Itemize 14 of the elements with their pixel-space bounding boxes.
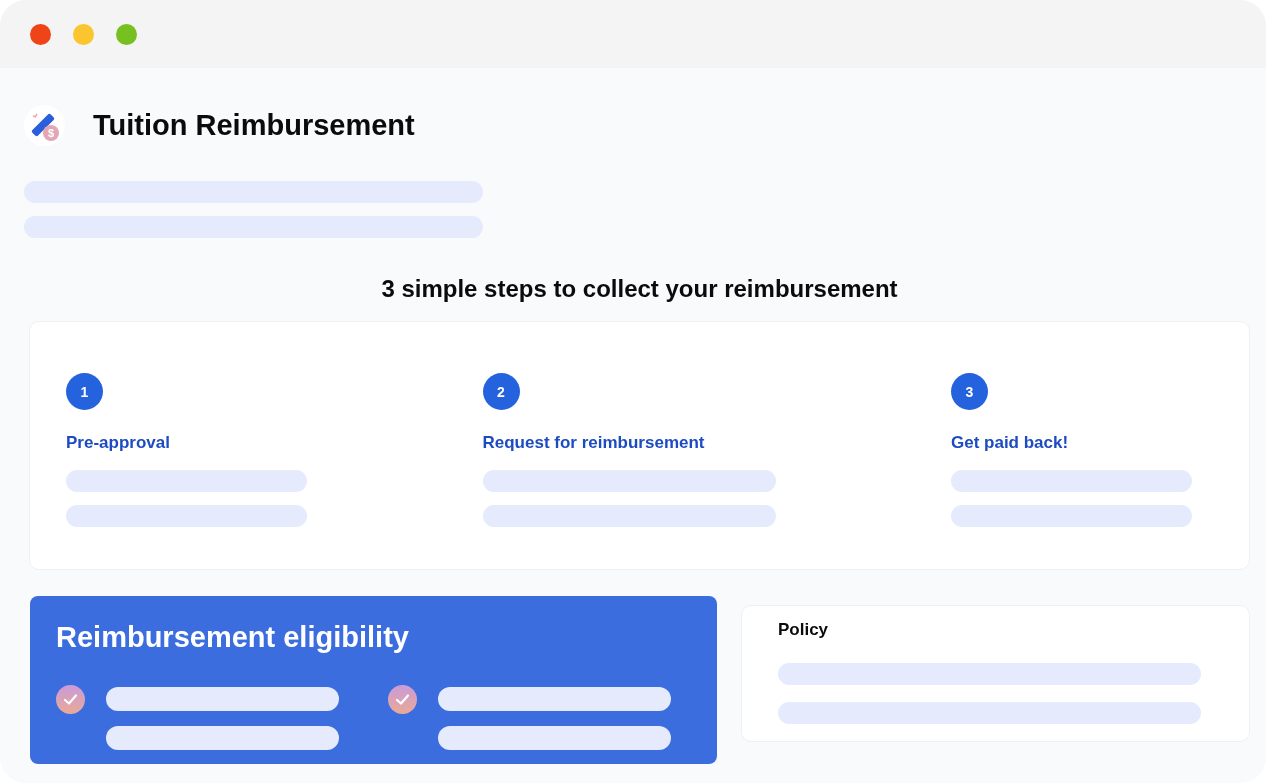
step-number-badge: 2 xyxy=(482,373,520,410)
step-number-badge: 3 xyxy=(951,373,988,410)
section-heading: 3 simple steps to collect your reimbursement xyxy=(380,275,899,303)
window-control-dot-icon[interactable] xyxy=(116,23,137,45)
window-control-dot-icon[interactable] xyxy=(73,23,94,45)
step-title: Pre-approval xyxy=(66,433,170,453)
step-number-badge: 1 xyxy=(66,373,103,410)
step-title: Get paid back! xyxy=(951,433,1069,453)
page-title: Tuition Reimbursement xyxy=(93,108,415,143)
policy-title: Policy xyxy=(778,620,830,640)
window-control-dot-icon[interactable] xyxy=(30,23,51,45)
logo-icon: $ xyxy=(24,104,65,146)
step-title: Request for reimbursement xyxy=(482,433,705,453)
eligibility-title: Reimbursement eligibility xyxy=(56,620,410,654)
